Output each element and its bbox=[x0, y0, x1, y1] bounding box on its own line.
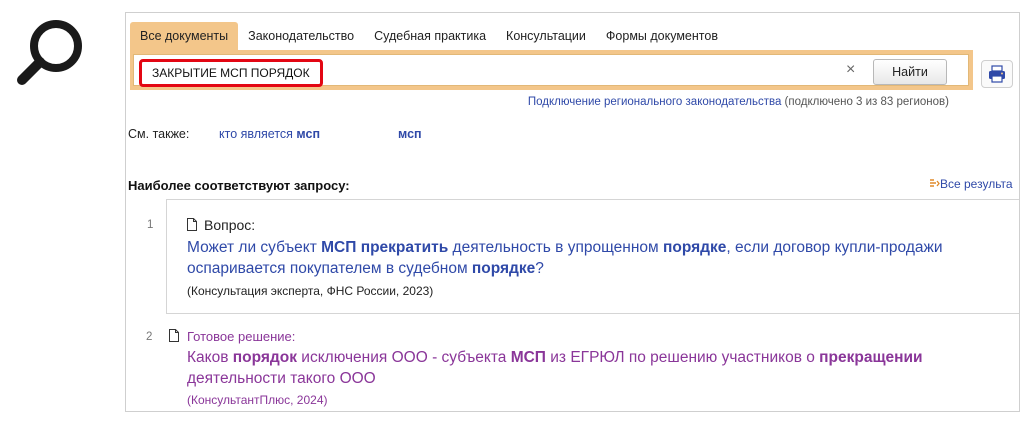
all-results-link[interactable]: Все результа bbox=[929, 177, 1013, 191]
result-title-text: деятельность в упрощенном bbox=[448, 239, 664, 256]
regional-link[interactable]: Подключение регионального законодательст… bbox=[528, 96, 781, 108]
result-title-term: порядок bbox=[232, 349, 297, 366]
print-button[interactable] bbox=[981, 60, 1013, 88]
document-icon bbox=[169, 329, 179, 342]
all-results-label: Все результа bbox=[940, 177, 1013, 191]
tab-consultations[interactable]: Консультации bbox=[496, 22, 596, 50]
result-title[interactable]: Каков порядок исключения ООО - субъекта … bbox=[187, 347, 997, 389]
results-heading: Наиболее соответствуют запросу: bbox=[128, 178, 350, 193]
result-title-text: исключения ООО - субъекта bbox=[296, 349, 511, 366]
tab-court-practice[interactable]: Судебная практика bbox=[364, 22, 496, 50]
result-title-text: из ЕГРЮЛ по решению участников о bbox=[545, 349, 820, 366]
result-title-text: деятельности такого ООО bbox=[187, 370, 376, 387]
tab-legislation[interactable]: Законодательство bbox=[238, 22, 364, 50]
see-also-link-2[interactable]: мсп bbox=[398, 127, 422, 141]
see-also-link-2-bold: мсп bbox=[398, 127, 422, 141]
see-also: См. также: кто является мсп мсп bbox=[128, 127, 422, 141]
result-source: (КонсультантПлюс, 2024) bbox=[187, 393, 328, 407]
result-title-term: порядке bbox=[663, 239, 727, 256]
see-also-link-1[interactable]: кто является мсп bbox=[219, 127, 320, 141]
result-title-term: порядке bbox=[471, 260, 536, 277]
search-query-highlight[interactable]: ЗАКРЫТИЕ МСП ПОРЯДОК bbox=[139, 59, 323, 87]
document-icon bbox=[187, 218, 197, 231]
search-panel: Все документы Законодательство Судебная … bbox=[125, 12, 1020, 412]
result-title-text: ? bbox=[535, 260, 544, 277]
regional-status: (подключено 3 из 83 регионов) bbox=[784, 96, 949, 108]
result-title[interactable]: Может ли субъект МСП прекратить деятельн… bbox=[187, 237, 1019, 279]
result-title-term: прекратить bbox=[360, 239, 449, 256]
result-title-text: Каков bbox=[187, 349, 233, 366]
result-number: 2 bbox=[146, 331, 153, 343]
search-input[interactable]: ЗАКРЫТИЕ МСП ПОРЯДОК × Найти bbox=[133, 54, 969, 87]
magnifier-icon bbox=[17, 20, 82, 85]
tab-all-documents[interactable]: Все документы bbox=[130, 22, 239, 50]
see-also-link-1-text: кто является bbox=[219, 127, 297, 141]
tabs-bar: Все документы Законодательство Судебная … bbox=[130, 22, 728, 50]
see-also-label: См. также: bbox=[128, 127, 190, 141]
result-title-term: прекращении bbox=[819, 349, 923, 366]
find-button[interactable]: Найти bbox=[873, 59, 947, 85]
result-number: 1 bbox=[147, 219, 154, 231]
result-item-1[interactable]: 1 Вопрос: Может ли субъект МСП прекратит… bbox=[147, 199, 1019, 314]
result-type: Готовое решение: bbox=[187, 329, 296, 344]
result-title-term: МСП bbox=[321, 239, 357, 256]
search-bar: ЗАКРЫТИЕ МСП ПОРЯДОК × Найти bbox=[130, 50, 973, 90]
list-arrow-icon bbox=[930, 179, 940, 187]
regional-legislation: Подключение регионального законодательст… bbox=[528, 96, 949, 108]
clear-icon[interactable]: × bbox=[846, 60, 855, 80]
tab-document-forms[interactable]: Формы документов bbox=[596, 22, 728, 50]
result-title-term: МСП bbox=[510, 349, 546, 366]
result-type: Вопрос: bbox=[204, 217, 256, 233]
print-icon bbox=[989, 65, 1005, 83]
result-source: (Консультация эксперта, ФНС России, 2023… bbox=[187, 284, 434, 298]
result-title-text: Может ли субъект bbox=[187, 239, 322, 256]
see-also-link-1-bold: мсп bbox=[296, 127, 321, 141]
